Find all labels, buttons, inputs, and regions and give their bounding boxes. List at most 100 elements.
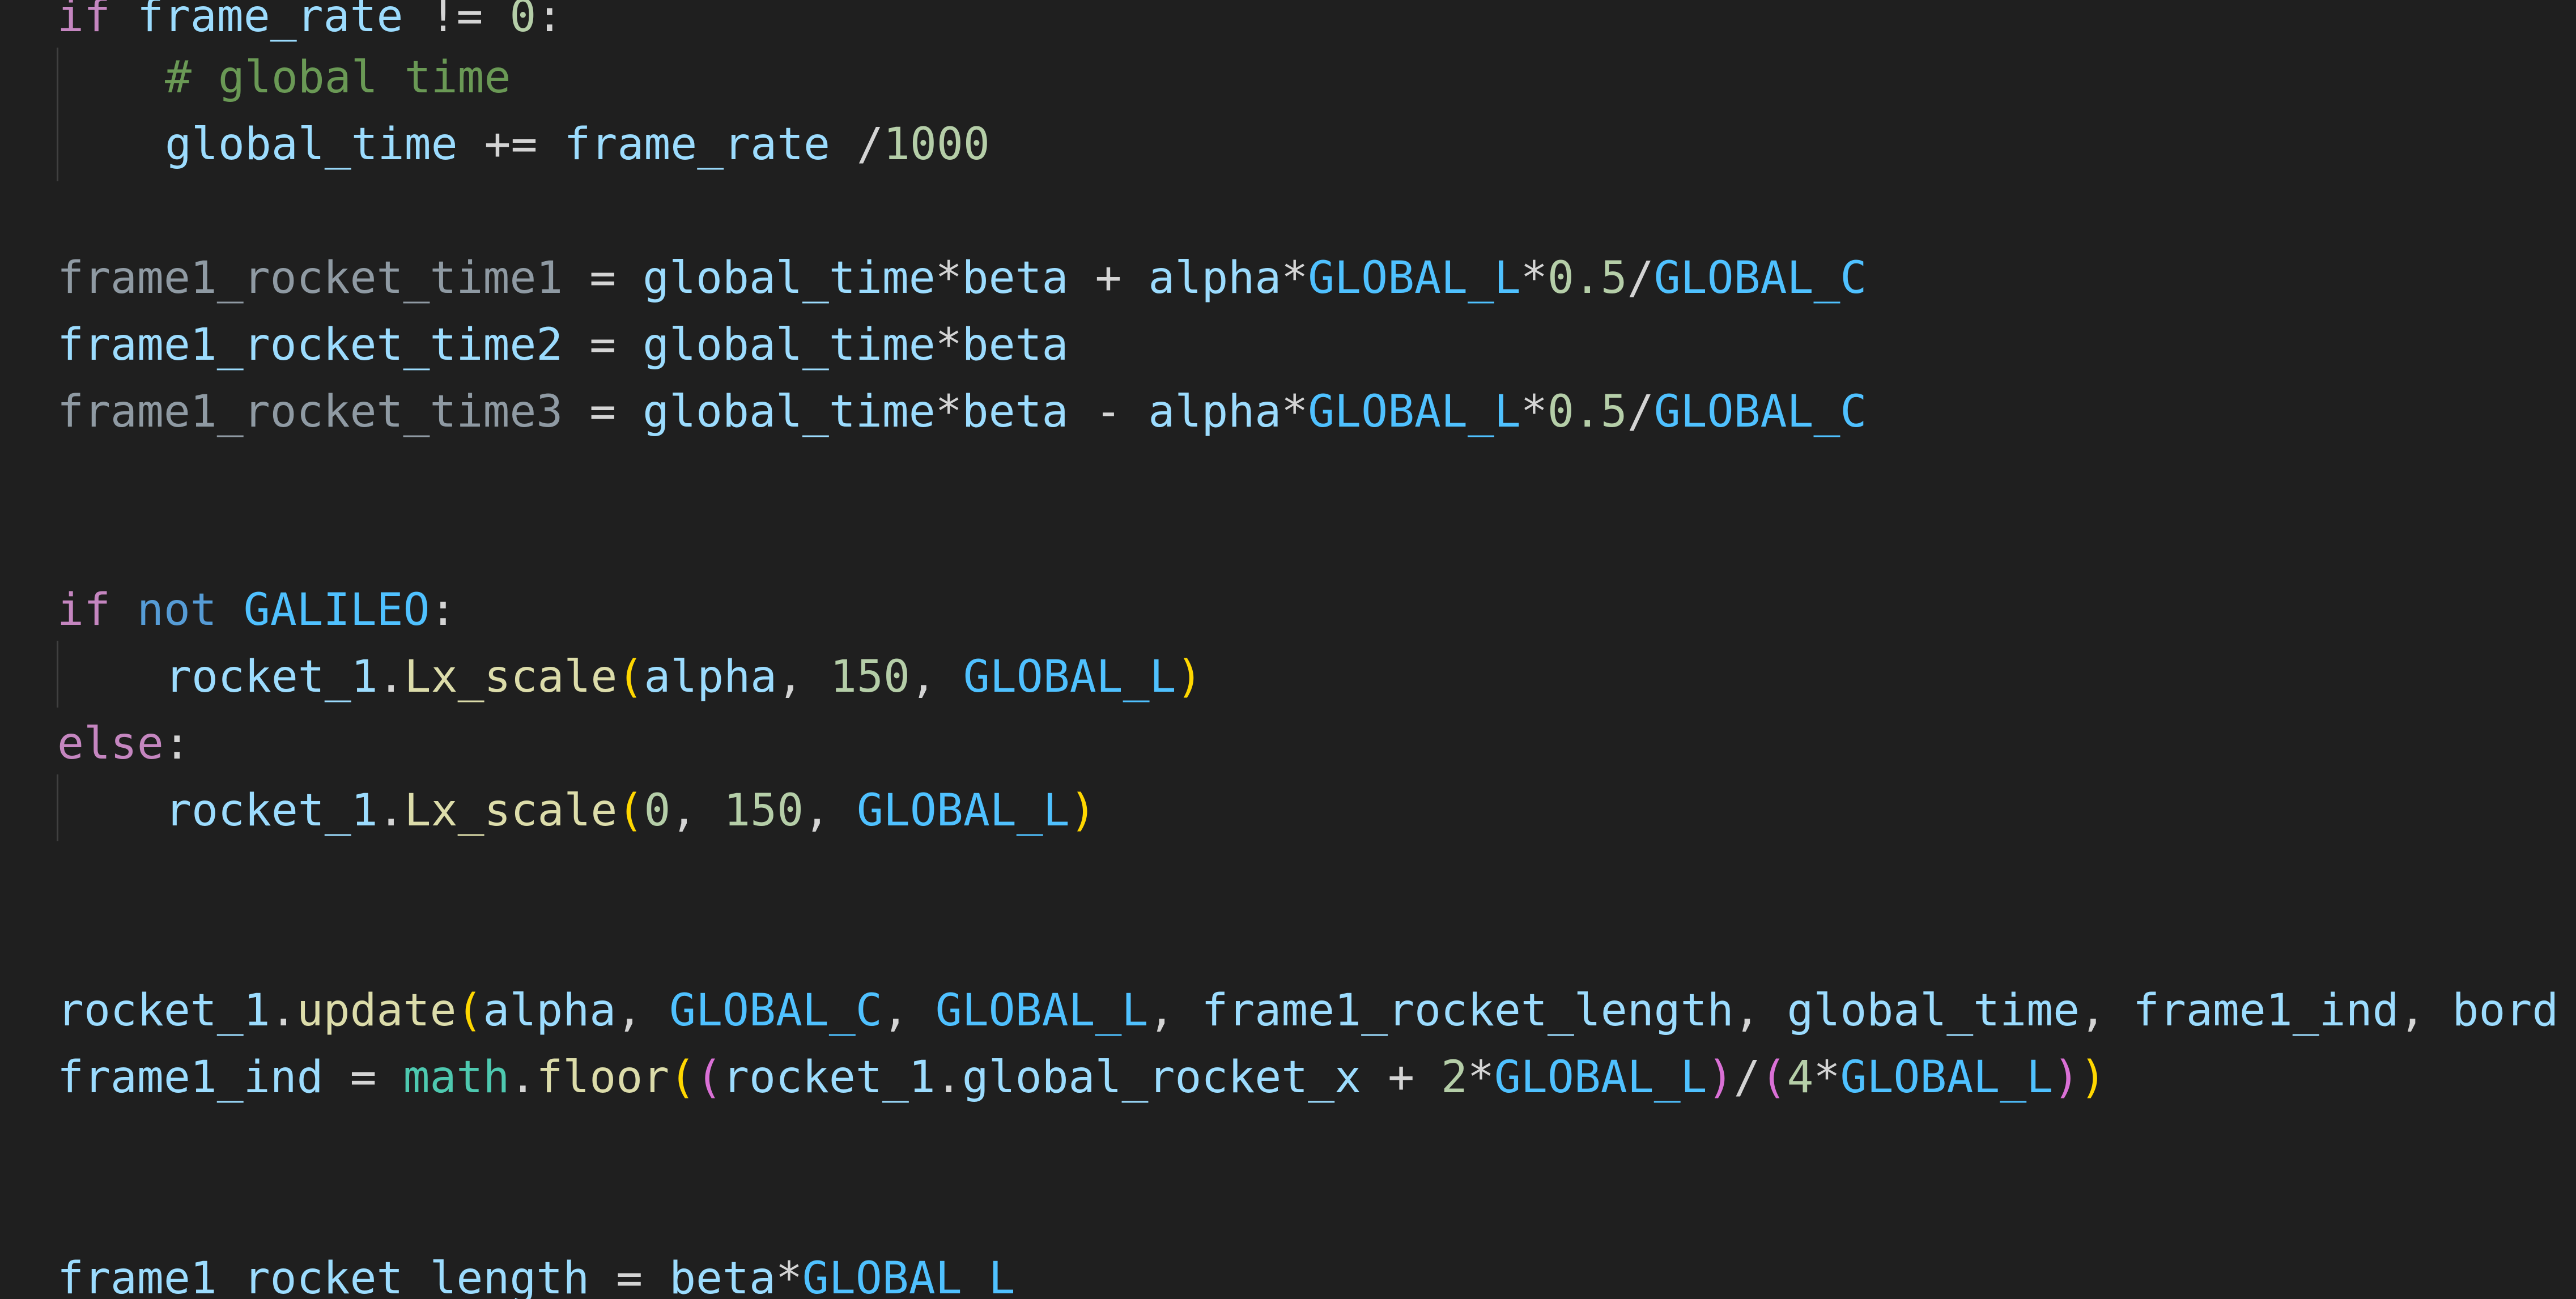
bracket-token: ) <box>2080 1052 2107 1103</box>
constant-token: GLOBAL_L <box>1494 1052 1707 1103</box>
function-token: Lx_scale <box>404 651 618 702</box>
keyword-token: else <box>57 718 164 769</box>
function-token: Lx_scale <box>404 785 618 836</box>
punctuation-token: , <box>616 985 670 1036</box>
operator-token: / <box>1627 253 1654 304</box>
variable-token: frame1_rocket_time2 <box>57 320 563 370</box>
bracket-token: ) <box>1069 785 1096 836</box>
number-token: 2 <box>1441 1052 1468 1103</box>
variable-token: frame1_rocket_time1 <box>57 253 563 304</box>
constant-token: GALILEO <box>243 585 430 636</box>
bracket-token: ( <box>696 1052 723 1103</box>
operator-token: * <box>1813 1052 1840 1103</box>
constant-token: GLOBAL_L <box>857 785 1070 836</box>
bracket-token: ( <box>669 1052 696 1103</box>
variable-token: frame_rate <box>137 0 403 42</box>
variable-token: global_time <box>643 386 936 437</box>
variable-token: global_time <box>1787 985 2080 1036</box>
operator-token: * <box>935 320 962 370</box>
keyword-token: if <box>57 585 110 636</box>
operator-token: * <box>935 253 962 304</box>
code-line[interactable]: rocket_1.Lx_scale(alpha, 150, GLOBAL_L) <box>57 644 1203 710</box>
operator-token: * <box>1281 253 1308 304</box>
number-token: 150 <box>830 651 910 702</box>
number-token: 150 <box>724 785 804 836</box>
constant-token: GLOBAL_C <box>1653 253 1867 304</box>
number-token: 1000 <box>883 119 990 170</box>
operator-token: != <box>403 0 510 42</box>
bracket-token: ) <box>1176 651 1203 702</box>
code-line[interactable]: global_time += frame_rate /1000 <box>57 111 990 178</box>
code-editor[interactable]: if frame_rate != 0: # global time global… <box>0 0 2576 1299</box>
punctuation-token: . <box>270 985 297 1036</box>
variable-token: beta <box>962 386 1069 437</box>
code-line[interactable]: frame1_rocket_time3 = global_time*beta -… <box>57 378 1867 445</box>
operator-token: * <box>1467 1052 1494 1103</box>
operator-token: * <box>935 386 962 437</box>
operator-token: += <box>457 119 564 170</box>
code-line[interactable]: rocket_1.Lx_scale(0, 150, GLOBAL_L) <box>57 777 1096 844</box>
variable-token: frame1_rocket_time3 <box>57 386 563 437</box>
number-token: 0 <box>509 0 537 42</box>
variable-token: global_time <box>643 253 936 304</box>
variable-token: alpha <box>1148 253 1282 304</box>
number-token: 0 <box>644 785 671 836</box>
operator-token: / <box>1733 1052 1761 1103</box>
punctuation-token: , <box>670 785 724 836</box>
operator-token: + <box>1068 253 1149 304</box>
punctuation-token: , <box>2399 985 2452 1036</box>
code-line[interactable]: frame1_rocket_length = beta*GLOBAL_L <box>57 1245 1015 1299</box>
operator-token: * <box>1520 253 1548 304</box>
variable-token: frame1_ind <box>57 1052 324 1103</box>
operator-token: - <box>1068 386 1149 437</box>
punctuation-token: , <box>2080 985 2133 1036</box>
variable-token: frame1_rocket_length <box>1201 985 1734 1036</box>
constant-token: GLOBAL_L <box>963 651 1176 702</box>
bracket-token: ( <box>1760 1052 1787 1103</box>
variable-token: frame_rate <box>564 119 831 170</box>
operator-token: / <box>1627 386 1654 437</box>
code-line[interactable]: rocket_1.update(alpha, GLOBAL_C, GLOBAL_… <box>57 977 2558 1044</box>
operator-token: * <box>775 1253 802 1299</box>
variable-token: beta <box>669 1253 776 1299</box>
comment-token: # global time <box>165 52 511 103</box>
variable-token: alpha <box>1148 386 1282 437</box>
operator-token: + <box>1361 1052 1442 1103</box>
code-line[interactable]: if frame_rate != 0: <box>57 0 563 50</box>
operator-token: = <box>563 320 643 370</box>
punctuation-token: . <box>377 785 405 836</box>
code-line[interactable]: # global time <box>57 44 511 111</box>
number-token: 0.5 <box>1547 386 1627 437</box>
constant-token: GLOBAL_L <box>1308 386 1521 437</box>
operator-token: = <box>563 386 643 437</box>
punctuation-token: : <box>163 718 190 769</box>
code-line[interactable]: frame1_ind = math.floor((rocket_1.global… <box>57 1044 2106 1111</box>
punctuation-token: . <box>377 651 405 702</box>
variable-token: alpha <box>483 985 617 1036</box>
operator-token: * <box>1281 386 1308 437</box>
keyword-token: if <box>57 0 110 42</box>
code-line[interactable]: if not GALILEO: <box>57 577 456 644</box>
bracket-token: ( <box>617 785 644 836</box>
punctuation-token: , <box>1148 985 1202 1036</box>
punctuation-token: , <box>909 651 963 702</box>
bracket-token: ( <box>617 651 644 702</box>
module-token: math <box>403 1052 510 1103</box>
variable-token: rocket_1 <box>722 1052 936 1103</box>
keyword-token: not <box>137 585 217 636</box>
constant-token: GLOBAL_C <box>669 985 882 1036</box>
bracket-token: ) <box>2053 1052 2080 1103</box>
bracket-token: ) <box>1707 1052 1734 1103</box>
code-line[interactable]: frame1_rocket_time1 = global_time*beta +… <box>57 245 1867 312</box>
code-line[interactable]: else: <box>57 710 190 777</box>
code-line[interactable]: frame1_rocket_time2 = global_time*beta <box>57 312 1069 378</box>
punctuation-token: , <box>777 651 831 702</box>
constant-token: GLOBAL_L <box>935 985 1149 1036</box>
punctuation-token: , <box>1733 985 1787 1036</box>
constant-token: GLOBAL_C <box>1653 386 1867 437</box>
punctuation-token: : <box>536 0 563 42</box>
constant-token: GLOBAL_L <box>802 1253 1015 1299</box>
variable-token: frame1_rocket_length <box>57 1253 590 1299</box>
number-token: 0.5 <box>1547 253 1627 304</box>
variable-token: global_time <box>643 320 936 370</box>
